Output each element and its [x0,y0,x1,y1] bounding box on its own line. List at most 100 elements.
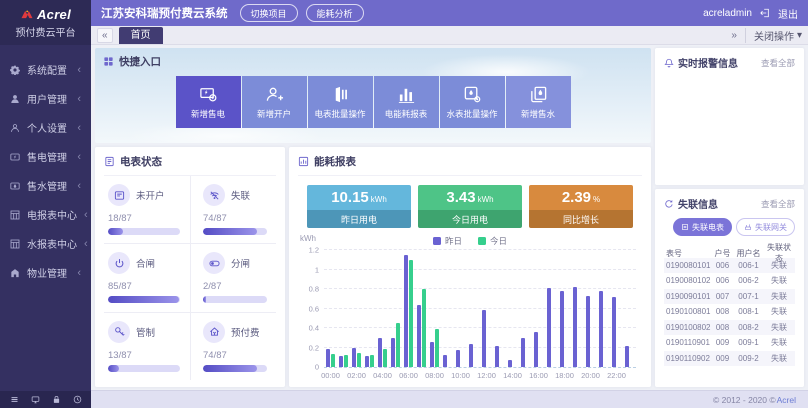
collapse-tabs-button[interactable]: « [97,28,113,43]
quick-button-water-batch[interactable]: 水表批量操作 [440,76,505,128]
bar-group [623,250,636,367]
x-tick-label: 22:00 [607,371,626,380]
offline-view-all-link[interactable]: 查看全部 [761,198,795,210]
chart-plot-area: 00.20.40.60.811.2 [324,250,636,368]
chevron-left-icon: ‹ [77,64,81,76]
table-cell: 失联 [765,291,793,302]
water-card-icon [10,181,20,191]
table-row: 0190110902009009-2失联 [664,351,795,367]
logout-button[interactable]: 退出 [778,6,798,21]
offline-icon [203,184,225,206]
sidebar-item-label: 水报表中心 [27,236,77,251]
tab-offline-gateways[interactable]: 失联网关 [736,218,795,236]
quick-button-energy-chart[interactable]: 电能耗报表 [374,76,439,128]
sidebar-item-user[interactable]: 用户管理‹ [0,84,91,113]
table-cell: 失联 [765,353,793,364]
menu-icon[interactable] [10,395,19,404]
username[interactable]: acreladmin [703,8,752,19]
tab-home[interactable]: 首页 [119,27,163,44]
quick-button-sell-water[interactable]: 新增售水 [506,76,571,128]
x-tick-label: 00:00 [321,371,340,380]
table-cell: 006-1 [732,261,765,270]
sidebar-item-water-report[interactable]: 水报表中心‹ [0,229,91,258]
quick-button-add-account[interactable]: 新增开户 [242,76,307,128]
sidebar-item-label: 售水管理 [27,178,70,193]
bar-group [363,250,376,367]
quick-button-label: 新增售电 [191,108,225,120]
quick-entry-title: 快捷入口 [103,54,643,69]
user-icon [10,94,20,104]
status-label: 分闸 [231,256,250,270]
switch-off-icon [203,252,225,274]
close-operations-dropdown[interactable]: 关闭操作▾ [745,28,802,43]
quick-button-label: 电能耗报表 [385,108,428,120]
bar-group [610,250,623,367]
quick-button-sell-electric[interactable]: 新增售电 [176,76,241,128]
sidebar-item-label: 电报表中心 [27,207,77,222]
sidebar-item-person[interactable]: 个人设置‹ [0,113,91,142]
footer-brand-link[interactable]: Acrel [777,395,796,405]
quick-button-electric-batch[interactable]: 电表批量操作 [308,76,373,128]
table-cell: 009-1 [732,338,765,347]
energy-chart-icon [397,85,416,104]
expand-tabs-button[interactable]: » [729,30,739,41]
sidebar-item-gear[interactable]: 系统配置‹ [0,55,91,84]
bar-group [389,250,402,367]
meter-status-cell: 合闸85/87 [104,243,190,311]
sell-water-icon [529,85,548,104]
x-tick-label: 12:00 [477,371,496,380]
y-tick-label: 0.6 [309,304,319,313]
tab-offline-meters[interactable]: 失联电表 [673,218,732,236]
table-cell: 0190090101 [666,292,713,301]
status-progress-bar [108,296,180,303]
chevron-left-icon: ‹ [77,122,81,134]
table-row: 0190110901009009-1失联 [664,335,795,351]
bar-group [441,250,454,367]
sidebar-item-label: 售电管理 [27,149,70,164]
sidebar-item-electric-card[interactable]: 售电管理‹ [0,142,91,171]
table-cell: 0190110901 [666,338,713,347]
stat-value: 3.43 [446,189,475,206]
sidebar-item-property[interactable]: 物业管理‹ [0,258,91,287]
status-progress-bar [203,365,267,372]
table-cell: 008 [713,323,732,332]
system-title: 江苏安科瑞预付费云系统 [101,5,228,21]
table-row: 0190090101007007-1失联 [664,289,795,305]
water-batch-icon [463,85,482,104]
alarm-view-all-link[interactable]: 查看全部 [761,57,795,69]
copyright-text: © 2012 - 2020 © [713,395,776,405]
table-header-cell: 户号 [713,248,732,259]
status-label: 未开户 [136,188,165,202]
table-cell: 失联 [765,322,793,333]
table-cell: 008-1 [732,307,765,316]
meter-status-cell: 预付费74/87 [190,312,276,380]
clock-icon[interactable] [73,395,82,404]
x-tick-label: 20:00 [581,371,600,380]
table-header-cell: 表号 [666,248,713,259]
tab-label: 失联电表 [692,222,724,233]
status-progress-bar [108,228,180,235]
lock-icon[interactable] [52,395,61,404]
energy-report-icon [298,156,309,167]
electric-batch-icon [331,85,350,104]
sidebar-item-electric-report[interactable]: 电报表中心‹ [0,200,91,229]
table-cell: 008 [713,307,732,316]
property-icon [10,268,20,278]
y-axis-label: kWh [300,234,316,243]
monitor-icon[interactable] [31,395,40,404]
sidebar-item-water-card[interactable]: 售水管理‹ [0,171,91,200]
x-tick-label: 08:00 [425,371,444,380]
logo-subtitle: 预付费云平台 [16,24,76,39]
logo: Acrel 预付费云平台 [0,0,91,45]
switch-project-button[interactable]: 切换项目 [240,4,298,22]
person-icon [10,123,20,133]
table-row: 0190080101006006-1失联 [664,258,795,274]
table-cell: 007-1 [732,292,765,301]
sell-electric-icon [199,85,218,104]
offline-info-panel: 失联信息 查看全部 失联电表失联网关 表号户号用户名失联状态0190080101… [655,189,804,387]
status-count: 18/87 [108,213,184,224]
x-tick-label: 04:00 [373,371,392,380]
table-cell: 失联 [765,306,793,317]
energy-stat-card: 10.15kWh昨日用电 [307,185,411,228]
energy-analysis-button[interactable]: 能耗分析 [306,4,364,22]
